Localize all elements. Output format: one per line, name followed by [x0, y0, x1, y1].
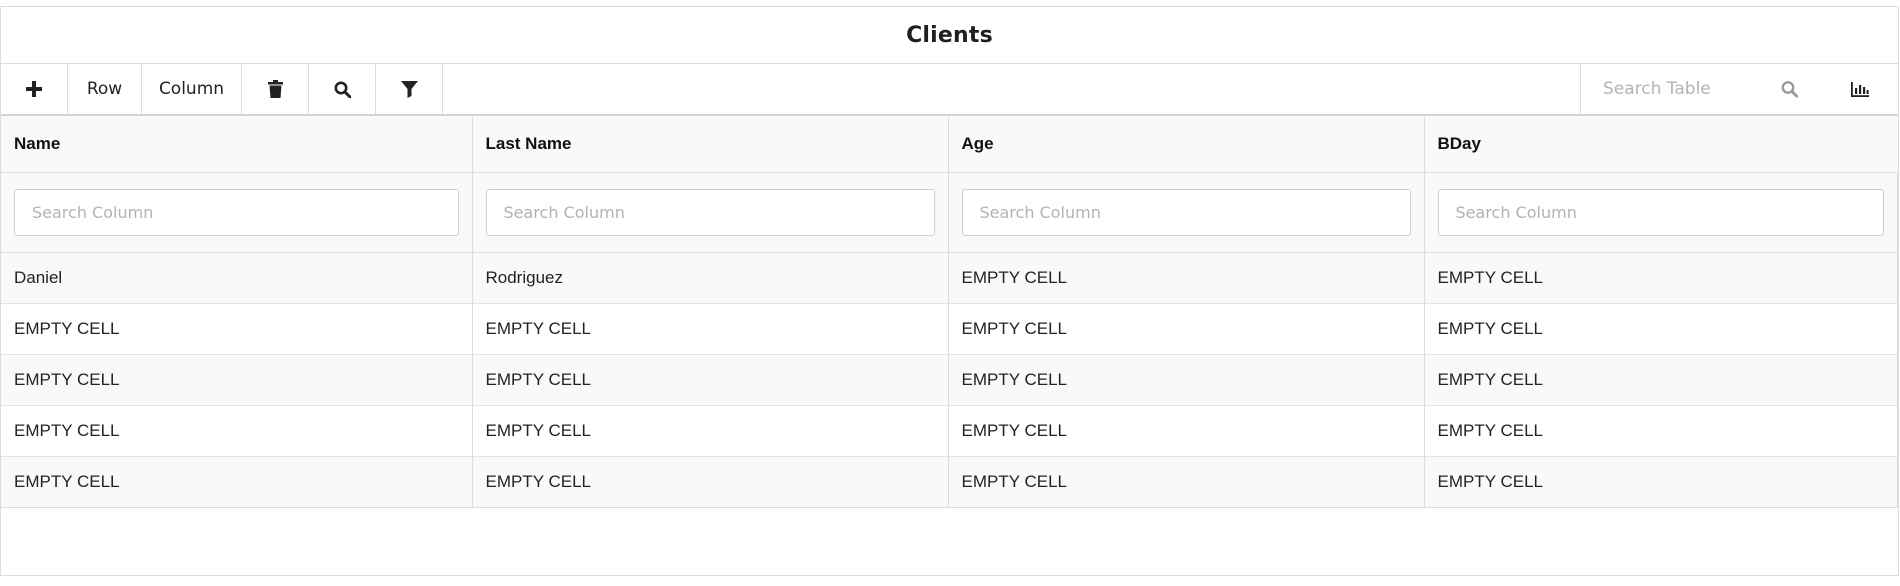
filter-row	[1, 172, 1898, 253]
table-cell[interactable]: EMPTY CELL	[1424, 354, 1898, 406]
table-cell[interactable]: EMPTY CELL	[472, 303, 949, 355]
column-header-last-name[interactable]: Last Name	[472, 116, 949, 173]
chart-button[interactable]	[1822, 64, 1898, 114]
filter-cell	[472, 172, 949, 253]
last-name-column-search-input[interactable]	[485, 188, 935, 236]
table-cell[interactable]: EMPTY CELL	[1424, 252, 1898, 304]
add-column-button[interactable]: Column	[142, 64, 242, 114]
column-header-name[interactable]: Name	[1, 116, 473, 173]
table-cell[interactable]: EMPTY CELL	[948, 303, 1425, 355]
column-header-age[interactable]: Age	[948, 116, 1425, 173]
search-button[interactable]	[309, 64, 376, 114]
add-button[interactable]	[1, 64, 68, 114]
search-icon	[1781, 81, 1798, 98]
table-search	[1580, 64, 1822, 114]
filter-cell	[1, 172, 473, 253]
add-row-button[interactable]: Row	[68, 64, 142, 114]
table-cell[interactable]: EMPTY CELL	[948, 252, 1425, 304]
bar-chart-icon	[1851, 81, 1869, 97]
filter-cell	[1424, 172, 1898, 253]
header-row: Name Last Name Age BDay	[1, 116, 1898, 173]
filter-cell	[948, 172, 1425, 253]
column-header-bday[interactable]: BDay	[1424, 116, 1898, 173]
plus-icon	[26, 81, 42, 97]
table-cell[interactable]: Rodriguez	[472, 252, 949, 304]
filter-button[interactable]	[376, 64, 443, 114]
age-column-search-input[interactable]	[961, 188, 1411, 236]
table-cell[interactable]: EMPTY CELL	[1424, 303, 1898, 355]
data-table: Name Last Name Age BDay Daniel Rodriguez…	[1, 116, 1898, 508]
delete-button[interactable]	[242, 64, 309, 114]
table-row: EMPTY CELL EMPTY CELL EMPTY CELL EMPTY C…	[1, 456, 1898, 508]
search-table-input[interactable]	[1601, 78, 1795, 100]
table-row: EMPTY CELL EMPTY CELL EMPTY CELL EMPTY C…	[1, 354, 1898, 406]
table-cell[interactable]: EMPTY CELL	[948, 405, 1425, 457]
trash-icon	[267, 80, 283, 98]
table-row: EMPTY CELL EMPTY CELL EMPTY CELL EMPTY C…	[1, 405, 1898, 457]
table-panel: Clients Row Column Search Table Name Las…	[0, 6, 1899, 576]
table-cell[interactable]: EMPTY CELL	[948, 456, 1425, 508]
table-cell[interactable]: EMPTY CELL	[1424, 456, 1898, 508]
table-cell[interactable]: EMPTY CELL	[1424, 405, 1898, 457]
table-cell[interactable]: EMPTY CELL	[1, 303, 473, 355]
table-row: EMPTY CELL EMPTY CELL EMPTY CELL EMPTY C…	[1, 303, 1898, 355]
table-cell[interactable]: EMPTY CELL	[948, 354, 1425, 406]
filter-icon	[400, 80, 418, 98]
search-icon	[334, 81, 351, 98]
table-cell[interactable]: EMPTY CELL	[1, 405, 473, 457]
bday-column-search-input[interactable]	[1437, 188, 1884, 236]
table-cell[interactable]: EMPTY CELL	[472, 456, 949, 508]
table-row: Daniel Rodriguez EMPTY CELL EMPTY CELL	[1, 252, 1898, 304]
toolbar: Row Column	[1, 64, 1898, 116]
name-column-search-input[interactable]	[14, 188, 459, 236]
title-bar: Clients	[1, 7, 1898, 64]
page-title: Clients	[906, 22, 993, 48]
table-cell[interactable]: EMPTY CELL	[1, 354, 473, 406]
table-cell[interactable]: Daniel	[1, 252, 473, 304]
table-cell[interactable]: EMPTY CELL	[1, 456, 473, 508]
table-cell[interactable]: EMPTY CELL	[472, 405, 949, 457]
table-cell[interactable]: EMPTY CELL	[472, 354, 949, 406]
